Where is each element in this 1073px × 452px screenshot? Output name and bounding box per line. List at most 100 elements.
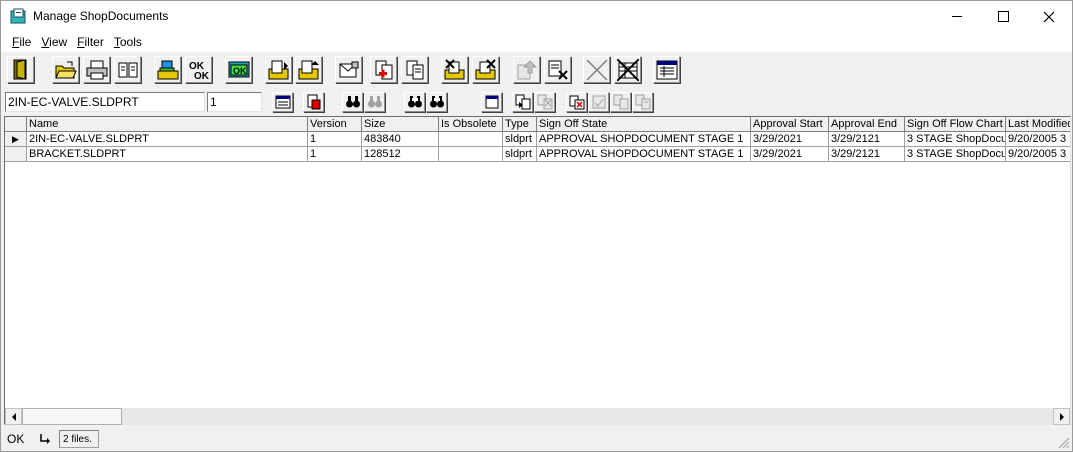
binoculars-disabled-icon bbox=[367, 96, 382, 108]
check-in-button[interactable] bbox=[265, 56, 292, 83]
unlink-button[interactable] bbox=[534, 92, 555, 112]
close-button[interactable] bbox=[1026, 1, 1072, 32]
copy-docs-button[interactable] bbox=[114, 56, 141, 83]
search-button[interactable] bbox=[342, 92, 363, 112]
cell-approval-start[interactable]: 3/29/2021 bbox=[751, 132, 829, 147]
find-next-button[interactable] bbox=[426, 92, 447, 112]
scroll-thumb[interactable] bbox=[22, 408, 122, 425]
chevron-right-icon bbox=[1059, 412, 1064, 421]
row-selector[interactable] bbox=[5, 147, 27, 162]
column-header-version[interactable]: Version bbox=[308, 117, 362, 132]
print-icon bbox=[86, 60, 107, 79]
cancel-button[interactable] bbox=[583, 56, 610, 83]
cell-name[interactable]: BRACKET.SLDPRT bbox=[27, 147, 308, 162]
ok-button[interactable]: OK bbox=[225, 56, 252, 83]
version-filter-input[interactable]: 1 bbox=[207, 92, 262, 112]
find-button[interactable] bbox=[303, 92, 324, 112]
duplicate-doc-button[interactable] bbox=[401, 56, 428, 83]
scroll-left-button[interactable] bbox=[5, 408, 22, 425]
column-header-selector[interactable] bbox=[5, 117, 27, 132]
copy-action-button[interactable] bbox=[610, 92, 631, 112]
check-in-icon bbox=[268, 60, 288, 79]
void-icon bbox=[616, 58, 639, 81]
menu-filter[interactable]: Filter bbox=[72, 35, 109, 49]
column-header-last-modified[interactable]: Last Modified bbox=[1006, 117, 1070, 132]
table-row[interactable]: ▶ 2IN-EC-VALVE.SLDPRT 1 483840 sldprt AP… bbox=[5, 132, 1070, 147]
find-prev-button[interactable] bbox=[404, 92, 425, 112]
column-header-name[interactable]: Name bbox=[27, 117, 308, 132]
column-header-sign-off-state[interactable]: Sign Off State bbox=[537, 117, 751, 132]
cell-sign-off-flow-chart[interactable]: 3 STAGE ShopDocu bbox=[905, 147, 1006, 162]
ok-ok-button[interactable]: OK OK bbox=[185, 56, 212, 83]
cell-name[interactable]: 2IN-EC-VALVE.SLDPRT bbox=[27, 132, 308, 147]
window-icon bbox=[485, 95, 498, 109]
copy-disabled-icon bbox=[613, 94, 628, 110]
window-button[interactable] bbox=[481, 92, 502, 112]
cell-is-obsolete[interactable] bbox=[439, 132, 503, 147]
filter-toolbar: 2IN-EC-VALVE.SLDPRT 1 bbox=[1, 89, 1072, 115]
mail-button[interactable] bbox=[335, 56, 362, 83]
check-out-button[interactable] bbox=[295, 56, 322, 83]
name-filter-input[interactable]: 2IN-EC-VALVE.SLDPRT bbox=[5, 92, 205, 112]
column-header-sign-off-flow-chart[interactable]: Sign Off Flow Chart bbox=[905, 117, 1006, 132]
cell-approval-end[interactable]: 3/29/2121 bbox=[829, 147, 905, 162]
binoculars-next-icon bbox=[429, 96, 444, 108]
cell-size[interactable]: 483840 bbox=[362, 132, 439, 147]
status-bar: OK 2 files. bbox=[1, 427, 1072, 451]
browse-button[interactable] bbox=[272, 92, 293, 112]
scroll-right-button[interactable] bbox=[1053, 408, 1070, 425]
resize-grip-icon[interactable] bbox=[1058, 437, 1070, 449]
table-row[interactable]: BRACKET.SLDPRT 1 128512 sldprt APPROVAL … bbox=[5, 147, 1070, 162]
checkbox-doc-button[interactable] bbox=[566, 92, 587, 112]
menu-tools[interactable]: Tools bbox=[109, 35, 147, 49]
open-button[interactable] bbox=[52, 56, 79, 83]
remove-button[interactable] bbox=[544, 56, 571, 83]
find-icon bbox=[307, 94, 320, 110]
print-button[interactable] bbox=[83, 56, 110, 83]
void-button[interactable] bbox=[614, 56, 641, 83]
cell-sign-off-flow-chart[interactable]: 3 STAGE ShopDocu bbox=[905, 132, 1006, 147]
exit-button[interactable] bbox=[7, 56, 34, 83]
binoculars-icon bbox=[345, 96, 360, 108]
copy-docs-icon bbox=[118, 62, 137, 77]
cell-approval-start[interactable]: 3/29/2021 bbox=[751, 147, 829, 162]
maximize-button[interactable] bbox=[980, 1, 1026, 32]
cell-approval-end[interactable]: 3/29/2121 bbox=[829, 132, 905, 147]
column-header-type[interactable]: Type bbox=[503, 117, 537, 132]
upload-button[interactable] bbox=[513, 56, 540, 83]
minimize-button[interactable] bbox=[934, 1, 980, 32]
export-button[interactable] bbox=[472, 56, 499, 83]
cell-sign-off-state[interactable]: APPROVAL SHOPDOCUMENT STAGE 1 bbox=[537, 132, 751, 147]
cell-type[interactable]: sldprt bbox=[503, 147, 537, 162]
cell-is-obsolete[interactable] bbox=[439, 147, 503, 162]
stamp-button[interactable] bbox=[154, 56, 181, 83]
column-header-is-obsolete[interactable]: Is Obsolete bbox=[439, 117, 503, 132]
column-header-size[interactable]: Size bbox=[362, 117, 439, 132]
horizontal-scrollbar[interactable] bbox=[5, 408, 1070, 425]
cell-size[interactable]: 128512 bbox=[362, 147, 439, 162]
column-header-approval-end[interactable]: Approval End bbox=[829, 117, 905, 132]
cell-last-modified[interactable]: 9/20/2005 3 bbox=[1006, 132, 1070, 147]
delete-doc-button[interactable] bbox=[370, 56, 397, 83]
ok-icon: OK bbox=[228, 61, 249, 77]
report-button[interactable] bbox=[653, 56, 680, 83]
cell-last-modified[interactable]: 9/20/2005 3 bbox=[1006, 147, 1070, 162]
column-header-approval-start[interactable]: Approval Start bbox=[751, 117, 829, 132]
report-icon bbox=[656, 60, 677, 79]
title-bar: Manage ShopDocuments bbox=[1, 1, 1072, 32]
search-clear-button[interactable] bbox=[364, 92, 385, 112]
status-ok: OK bbox=[7, 432, 25, 446]
menu-file[interactable]: File bbox=[7, 35, 36, 49]
menu-view[interactable]: View bbox=[36, 35, 72, 49]
cell-type[interactable]: sldprt bbox=[503, 132, 537, 147]
doc-action-button[interactable] bbox=[588, 92, 609, 112]
cell-version[interactable]: 1 bbox=[308, 147, 362, 162]
link-button[interactable] bbox=[512, 92, 533, 112]
compare-button[interactable] bbox=[632, 92, 653, 112]
cell-sign-off-state[interactable]: APPROVAL SHOPDOCUMENT STAGE 1 bbox=[537, 147, 751, 162]
row-selector[interactable]: ▶ bbox=[5, 132, 27, 147]
cell-version[interactable]: 1 bbox=[308, 132, 362, 147]
status-arrow bbox=[33, 429, 57, 449]
documents-grid[interactable]: Name Version Size Is Obsolete Type Sign … bbox=[4, 116, 1071, 425]
import-button[interactable] bbox=[441, 56, 468, 83]
